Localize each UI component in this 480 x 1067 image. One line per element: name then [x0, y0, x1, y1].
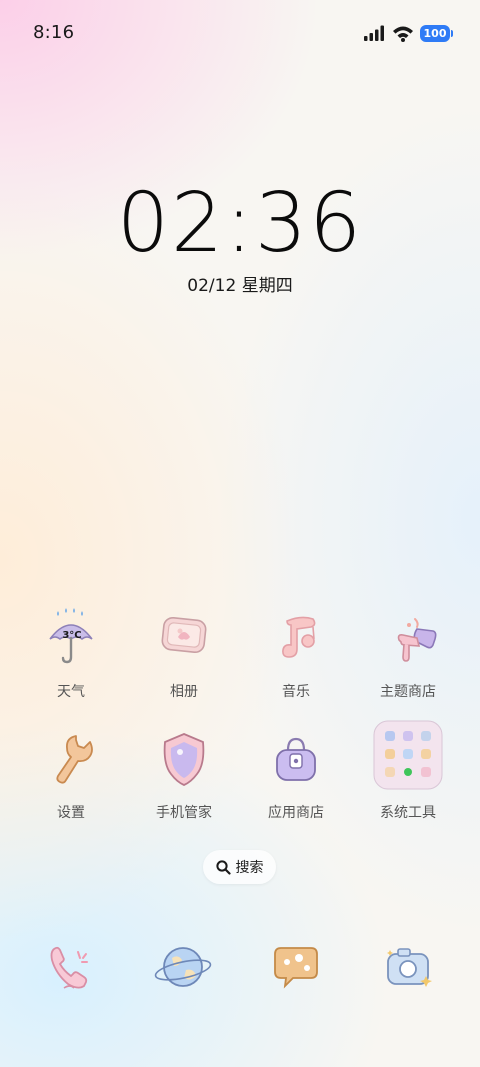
- wrench-icon: [56, 735, 93, 784]
- lockscreen-date: 02/12 星期四: [187, 276, 293, 296]
- app-phone-manager[interactable]: 手机管家: [129, 726, 239, 822]
- app-music[interactable]: 音乐: [241, 605, 351, 701]
- weather-temperature: 3°C: [62, 630, 81, 641]
- app-weather[interactable]: 3°C 天气: [16, 605, 126, 701]
- photo-frame-icon: [161, 616, 207, 654]
- app-label: 应用商店: [268, 805, 324, 821]
- paint-brush-icon: [397, 618, 437, 662]
- lockscreen-clock: 02:36: [116, 176, 364, 271]
- wifi-icon: [393, 26, 413, 42]
- app-label: 主题商店: [380, 684, 436, 700]
- phone-icon[interactable]: [38, 934, 104, 1000]
- shield-icon: [163, 733, 205, 786]
- globe-browser-icon[interactable]: [150, 934, 216, 1000]
- app-settings[interactable]: 设置: [16, 726, 126, 822]
- shopping-bag-icon: [276, 737, 316, 781]
- app-label: 手机管家: [156, 805, 212, 821]
- status-icons: 100: [364, 22, 453, 44]
- app-label: 设置: [57, 805, 85, 821]
- app-gallery[interactable]: 相册: [129, 605, 239, 701]
- umbrella-weather-icon: 3°C: [49, 608, 93, 664]
- app-app-store[interactable]: 应用商店: [241, 726, 351, 822]
- battery-icon: 100: [420, 24, 453, 42]
- app-theme-store[interactable]: 主题商店: [353, 605, 463, 701]
- music-note-icon: [282, 616, 316, 658]
- camera-icon[interactable]: [376, 934, 442, 1000]
- status-bar: 8:16 100: [0, 0, 480, 68]
- battery-level: 100: [423, 26, 447, 40]
- folder-icon: [373, 720, 443, 790]
- app-system-tools[interactable]: 系统工具: [353, 720, 463, 822]
- search-label: 搜索: [235, 860, 264, 876]
- app-label: 相册: [170, 684, 198, 700]
- message-bubble-icon[interactable]: [263, 934, 329, 1000]
- signal-icon: [364, 25, 384, 41]
- status-time: 8:16: [33, 22, 75, 43]
- search-button[interactable]: 搜索: [203, 850, 276, 884]
- app-label: 天气: [57, 684, 85, 700]
- app-label: 系统工具: [380, 805, 436, 821]
- search-icon: [215, 859, 231, 875]
- app-label: 音乐: [282, 684, 310, 700]
